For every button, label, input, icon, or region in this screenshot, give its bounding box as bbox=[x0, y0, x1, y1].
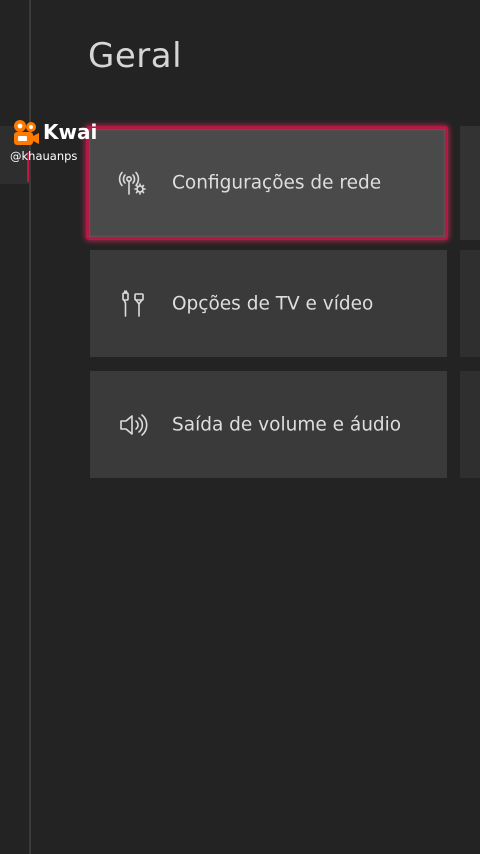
kwai-brand-text: Kwai bbox=[43, 120, 98, 144]
volume-audio-output-button[interactable]: Saída de volume e áudio bbox=[90, 371, 447, 478]
kwai-logo-icon bbox=[12, 118, 40, 148]
volume-audio-output-label: Saída de volume e áudio bbox=[172, 414, 402, 435]
settings-screen: Geral Configurações de rede Opções de TV… bbox=[0, 0, 480, 854]
network-settings-label: Configurações de rede bbox=[172, 172, 382, 194]
next-column-tile-peek[interactable] bbox=[460, 126, 480, 240]
hdmi-cable-icon bbox=[118, 289, 148, 319]
speaker-volume-icon bbox=[118, 410, 148, 440]
tv-video-options-button[interactable]: Opções de TV e vídeo bbox=[90, 250, 447, 357]
network-settings-icon bbox=[118, 168, 148, 198]
next-column-tile-peek[interactable] bbox=[460, 371, 480, 478]
kwai-watermark: Kwai @khauanps bbox=[10, 116, 100, 166]
kwai-user-handle: @khauanps bbox=[10, 149, 78, 163]
page-title: Geral bbox=[88, 36, 183, 76]
next-column-tile-peek[interactable] bbox=[460, 250, 480, 357]
network-settings-button[interactable]: Configurações de rede bbox=[86, 126, 448, 240]
tv-video-options-label: Opções de TV e vídeo bbox=[172, 293, 374, 314]
